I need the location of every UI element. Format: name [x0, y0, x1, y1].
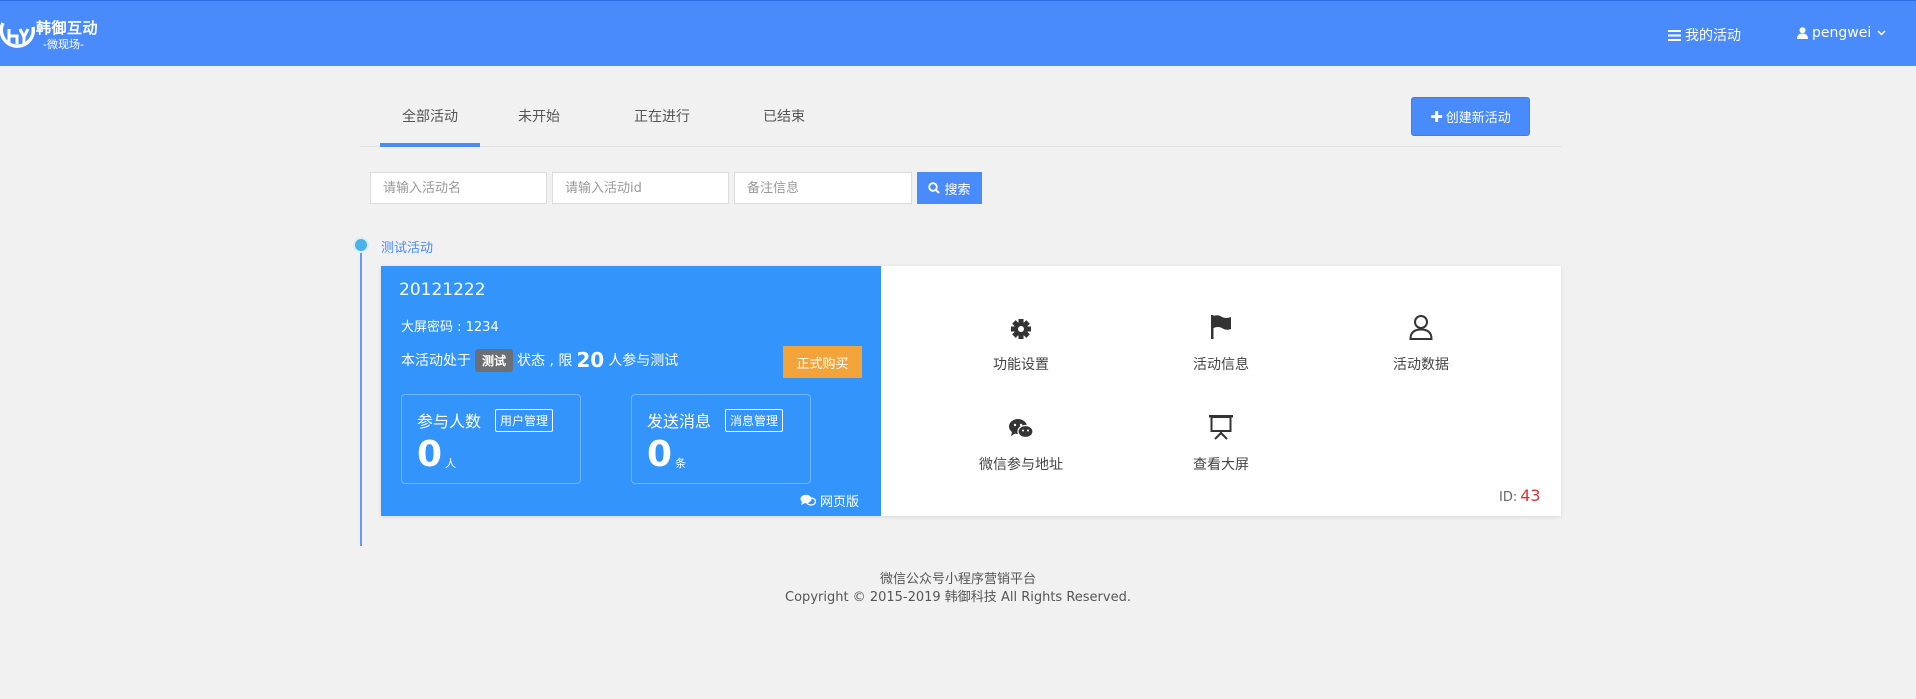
activity-info[interactable]: 活动信息	[1161, 308, 1281, 374]
messages-count: 0	[647, 434, 673, 475]
activity-name-input[interactable]	[370, 172, 547, 204]
participants-count: 0	[417, 434, 443, 475]
tab-in-progress[interactable]: 正在进行	[622, 106, 702, 147]
username: pengwei	[1812, 25, 1872, 41]
search-icon	[928, 182, 941, 194]
activity-data[interactable]: 活动数据	[1361, 308, 1481, 374]
flag-icon	[1161, 308, 1281, 340]
user-management-button[interactable]: 用户管理	[495, 408, 554, 432]
activity-id: ID: 43	[1499, 486, 1541, 505]
tab-not-started[interactable]: 未开始	[499, 106, 579, 147]
activity-card: 20121222 大屏密码 : 1234 本活动处于 测试 状态 , 限 20 …	[381, 266, 1561, 516]
plus-icon: ✚	[1430, 107, 1443, 126]
user-menu[interactable]: pengwei	[1797, 25, 1890, 41]
participant-limit: 20	[576, 348, 605, 372]
participants-stat: 参与人数 用户管理 0 人	[401, 394, 581, 484]
search-button-label: 搜索	[944, 181, 971, 197]
search-button[interactable]: 搜索	[917, 172, 982, 204]
activity-status: 本活动处于 测试 状态 , 限 20 人参与测试	[401, 348, 679, 372]
activity-group-label: 测试活动	[381, 241, 434, 256]
wechat-join-address[interactable]: 微信参与地址	[961, 408, 1081, 474]
brand-title: 韩御互动	[36, 18, 99, 37]
comments-icon	[800, 494, 816, 506]
footer-tagline: 微信公众号小程序营销平台	[879, 572, 1036, 587]
activity-name: 20121222	[399, 280, 486, 300]
timeline-dot	[353, 237, 369, 253]
participants-unit: 人	[445, 457, 457, 470]
tab-all[interactable]: 全部活动	[380, 106, 480, 147]
footer-copyright: Copyright © 2015-2019 韩御科技 All Rights Re…	[785, 590, 1131, 605]
page-footer: 微信公众号小程序营销平台 Copyright © 2015-2019 韩御科技 …	[0, 571, 1916, 607]
chevron-down-icon	[1877, 30, 1886, 36]
logo-mark-icon	[0, 17, 36, 53]
top-navbar: 韩御互动 -微现场- 我的活动 pengwei	[0, 0, 1916, 66]
participants-title: 参与人数	[417, 412, 482, 431]
official-purchase-button[interactable]: 正式购买	[783, 346, 862, 378]
messages-unit: 条	[675, 457, 687, 470]
activity-tabs: 全部活动 未开始 正在进行 已结束	[360, 97, 1561, 147]
web-version-link[interactable]: 网页版	[800, 491, 859, 510]
message-management-button[interactable]: 消息管理	[725, 408, 784, 432]
activity-id-input[interactable]	[552, 172, 729, 204]
user-icon	[1797, 27, 1808, 39]
my-activities-label: 我的活动	[1685, 28, 1741, 44]
brand-subtitle: -微现场-	[43, 37, 84, 51]
messages-title: 发送消息	[647, 412, 712, 431]
create-activity-label: 创建新活动	[1445, 111, 1511, 126]
wechat-icon	[961, 408, 1081, 440]
messages-stat: 发送消息 消息管理 0 条	[631, 394, 811, 484]
gear-icon	[961, 308, 1081, 340]
note-input[interactable]	[734, 172, 912, 204]
user-outline-icon	[1361, 308, 1481, 340]
create-activity-button[interactable]: ✚ 创建新活动	[1411, 97, 1530, 136]
screen-icon	[1161, 408, 1281, 440]
activity-summary-panel: 20121222 大屏密码 : 1234 本活动处于 测试 状态 , 限 20 …	[381, 266, 881, 516]
timeline-line	[360, 246, 362, 546]
screen-password: 大屏密码 : 1234	[401, 320, 499, 335]
brand-logo[interactable]: 韩御互动 -微现场-	[0, 15, 98, 55]
function-settings[interactable]: 功能设置	[961, 308, 1081, 374]
search-bar: 搜索	[370, 172, 982, 204]
activity-id-value: 43	[1520, 486, 1541, 505]
tab-ended[interactable]: 已结束	[744, 106, 824, 147]
view-big-screen[interactable]: 查看大屏	[1161, 408, 1281, 474]
status-badge: 测试	[475, 348, 514, 372]
menu-icon	[1668, 29, 1681, 41]
my-activities-link[interactable]: 我的活动	[1668, 25, 1741, 45]
